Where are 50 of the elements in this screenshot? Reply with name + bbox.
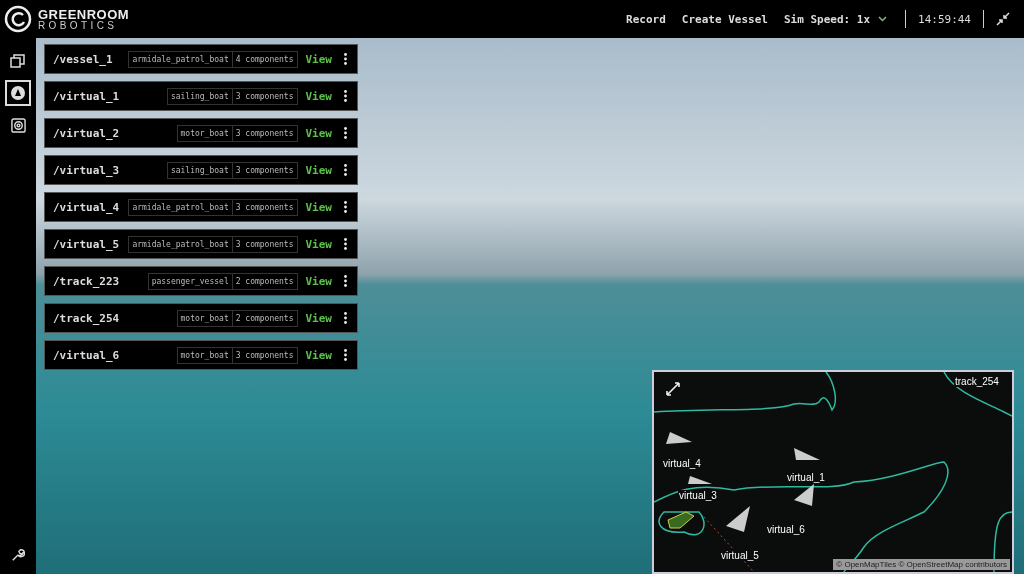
map-vessel-label: track_254 [954,376,1000,387]
component-count: 3 components [231,162,297,178]
sim-speed-dropdown[interactable]: Sim Speed: 1x [777,11,893,27]
view-link[interactable]: View [303,50,334,68]
vessel-type: sailing_boat [169,164,230,177]
clock: 14:59:44 [918,12,971,26]
vessel-name: /track_254 [53,311,121,325]
view-link[interactable]: View [303,235,334,253]
component-count: 3 components [231,347,297,363]
component-count: 3 components [231,125,297,141]
component-count: 3 components [231,88,297,104]
vessel-type: sailing_boat [169,90,230,103]
view-link[interactable]: View [303,161,334,179]
vessel-type: armidale_patrol_boat [131,238,230,251]
vessel-name: /vessel_1 [53,52,114,66]
vessel-type: armidale_patrol_boat [131,53,230,66]
view-link[interactable]: View [303,198,334,216]
vessel-name: /virtual_1 [53,89,121,103]
map-attribution: © OpenMapTiles © OpenStreetMap contributors [833,559,1010,570]
map-vessel-label: virtual_5 [720,550,760,561]
component-count: 3 components [231,236,297,252]
vessel-type: motor_boat [179,349,230,362]
map-vessel-label: virtual_3 [678,490,718,501]
minimap[interactable]: track_254 virtual_4 virtual_1 virtual_3 virtual_6 virtual_5 © OpenMapTiles © OpenStreetMap contributors [652,370,1014,574]
map-vessel-label: virtual_6 [766,524,806,535]
component-count: 4 components [231,51,297,67]
map-vessel-label: virtual_1 [786,472,826,483]
header-action-button[interactable]: Create Vessel [675,10,774,28]
vessel-name: /virtual_3 [53,163,121,177]
brand-subtitle: ROBOTICS [38,20,119,31]
vessel-name: /virtual_4 [53,200,121,214]
view-link[interactable]: View [303,346,334,364]
header-action-button[interactable]: Record [620,10,672,28]
vessel-name: /virtual_6 [53,348,121,362]
vessel-type: motor_boat [179,312,230,325]
brand-name: GREENROOM [38,7,130,21]
vessel-name: /track_223 [53,274,121,288]
view-link[interactable]: View [303,309,334,327]
component-count: 2 components [231,310,297,326]
vessel-name: /virtual_5 [53,237,121,251]
component-count: 2 components [231,273,297,289]
vessel-name: /virtual_2 [53,126,121,140]
view-link[interactable]: View [303,87,334,105]
view-link[interactable]: View [303,272,334,290]
vessel-type: motor_boat [179,127,230,140]
component-count: 3 components [231,199,297,215]
vessel-type: passenger_vessel [150,275,230,288]
view-link[interactable]: View [303,124,334,142]
vessel-type: armidale_patrol_boat [131,201,230,214]
map-vessel-label: virtual_4 [662,458,702,469]
